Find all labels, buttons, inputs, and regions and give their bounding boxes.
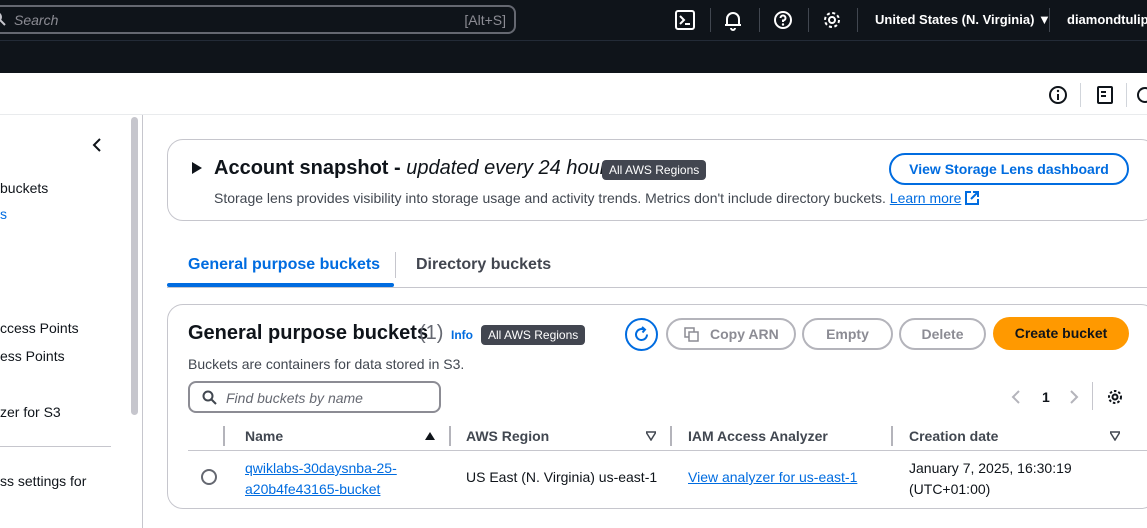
- buckets-title: General purpose buckets: [188, 322, 429, 344]
- search-icon: [0, 13, 6, 26]
- buckets-description: Buckets are containers for data stored i…: [188, 356, 465, 372]
- column-header-analyzer[interactable]: IAM Access Analyzer: [688, 428, 828, 444]
- search-placeholder: Search: [14, 12, 59, 28]
- bell-icon[interactable]: [722, 9, 744, 31]
- sidebar-scrollbar[interactable]: [130, 117, 139, 417]
- sidebar-item-analyzer[interactable]: zer for S3: [0, 404, 61, 420]
- info-link[interactable]: Info: [451, 328, 473, 342]
- table-header-border: [188, 450, 1147, 451]
- snapshot-title[interactable]: Account snapshot - updated every 24 hour…: [214, 157, 616, 180]
- bucket-name-link[interactable]: qwiklabs-30daysnba-25-: [245, 460, 397, 476]
- help-icon[interactable]: [772, 9, 794, 31]
- copy-arn-button[interactable]: Copy ARN: [666, 318, 796, 350]
- toolbar-divider: [1126, 83, 1127, 107]
- search-icon: [202, 390, 217, 405]
- sidebar-item-active[interactable]: s: [0, 206, 7, 222]
- region-selector[interactable]: United States (N. Virginia) ▼: [875, 12, 1051, 27]
- chevron-right-icon[interactable]: [1069, 390, 1079, 404]
- caret-right-icon[interactable]: [192, 162, 202, 174]
- column-header-region[interactable]: AWS Region: [466, 428, 549, 444]
- column-divider: [223, 426, 225, 446]
- account-menu[interactable]: diamondtulip: [1067, 12, 1147, 27]
- page-number[interactable]: 1: [1042, 389, 1050, 405]
- cloudshell-icon[interactable]: [674, 9, 696, 31]
- info-icon[interactable]: [1048, 85, 1068, 105]
- sidebar: buckets s ccess Points ess Points zer fo…: [0, 115, 130, 528]
- refresh-icon[interactable]: [1135, 85, 1147, 105]
- nav-divider: [808, 8, 809, 32]
- row-select-radio[interactable]: [201, 469, 217, 485]
- external-link-icon: [965, 191, 980, 205]
- account-snapshot-panel: Account snapshot - updated every 24 hour…: [167, 139, 1147, 221]
- sort-ascending-icon[interactable]: [425, 431, 435, 441]
- buckets-panel: General purpose buckets (1) Info All AWS…: [167, 304, 1147, 509]
- pagination-divider: [1092, 382, 1093, 410]
- refresh-button[interactable]: [625, 318, 658, 351]
- bucket-region: US East (N. Virginia) us-east-1: [466, 469, 658, 485]
- column-divider: [891, 426, 893, 446]
- buckets-count: (1): [419, 322, 444, 344]
- sidebar-divider: [0, 446, 111, 447]
- view-analyzer-link[interactable]: View analyzer for us-east-1: [688, 467, 857, 488]
- bucket-name-link-2[interactable]: a20b4fe43165-bucket: [245, 481, 380, 497]
- top-navigation: Search [Alt+S] United States (N. Virgini…: [0, 0, 1147, 40]
- notes-icon[interactable]: [1095, 85, 1115, 105]
- sidebar-item-buckets[interactable]: buckets: [0, 180, 48, 196]
- column-header-creation-date[interactable]: Creation date: [909, 428, 998, 444]
- sidebar-border: [142, 115, 143, 528]
- sort-icon[interactable]: [1110, 431, 1120, 441]
- column-divider: [670, 426, 672, 446]
- column-divider: [449, 426, 451, 446]
- create-bucket-button[interactable]: Create bucket: [993, 317, 1129, 350]
- tools-bar: [0, 73, 1147, 115]
- nav-divider: [857, 8, 858, 32]
- view-storage-lens-button[interactable]: View Storage Lens dashboard: [889, 153, 1129, 185]
- gear-icon[interactable]: [821, 9, 843, 31]
- nav-divider: [759, 8, 760, 32]
- find-buckets-input[interactable]: Find buckets by name: [188, 381, 441, 413]
- regions-badge: All AWS Regions: [602, 160, 707, 180]
- sidebar-item-access-points-2[interactable]: ess Points: [0, 348, 65, 364]
- nav-divider: [1049, 8, 1050, 32]
- empty-button[interactable]: Empty: [802, 318, 893, 350]
- tab-directory-buckets[interactable]: Directory buckets: [416, 256, 551, 274]
- refresh-icon: [635, 326, 648, 341]
- table-row-name[interactable]: qwiklabs-30daysnba-25- a20b4fe43165-buck…: [245, 458, 397, 500]
- copy-arn-label: Copy ARN: [710, 326, 779, 342]
- delete-button[interactable]: Delete: [899, 318, 986, 350]
- nav-divider: [710, 8, 711, 32]
- find-buckets-placeholder: Find buckets by name: [226, 390, 363, 406]
- chevron-left-icon[interactable]: [90, 137, 104, 153]
- sidebar-item-access-points[interactable]: ccess Points: [0, 320, 79, 336]
- learn-more-link[interactable]: Learn more: [890, 190, 962, 206]
- tab-general-purpose-buckets[interactable]: General purpose buckets: [188, 256, 380, 274]
- column-header-name[interactable]: Name: [245, 428, 283, 444]
- sidebar-item-settings[interactable]: ss settings for: [0, 473, 86, 489]
- tab-divider: [395, 252, 396, 278]
- bucket-creation-date: January 7, 2025, 16:30:19 (UTC+01:00): [909, 460, 1072, 497]
- tabs-border: [167, 287, 1147, 288]
- copy-icon: [684, 327, 699, 342]
- service-bar: [0, 40, 1147, 73]
- snapshot-description: Storage lens provides visibility into st…: [214, 190, 980, 206]
- chevron-left-icon[interactable]: [1011, 390, 1021, 404]
- sort-icon[interactable]: [646, 431, 656, 441]
- toolbar-divider: [1080, 83, 1081, 107]
- search-bar[interactable]: Search [Alt+S]: [0, 5, 516, 34]
- gear-icon[interactable]: [1106, 388, 1124, 406]
- search-shortcut: [Alt+S]: [464, 12, 506, 28]
- regions-badge: All AWS Regions: [481, 325, 586, 345]
